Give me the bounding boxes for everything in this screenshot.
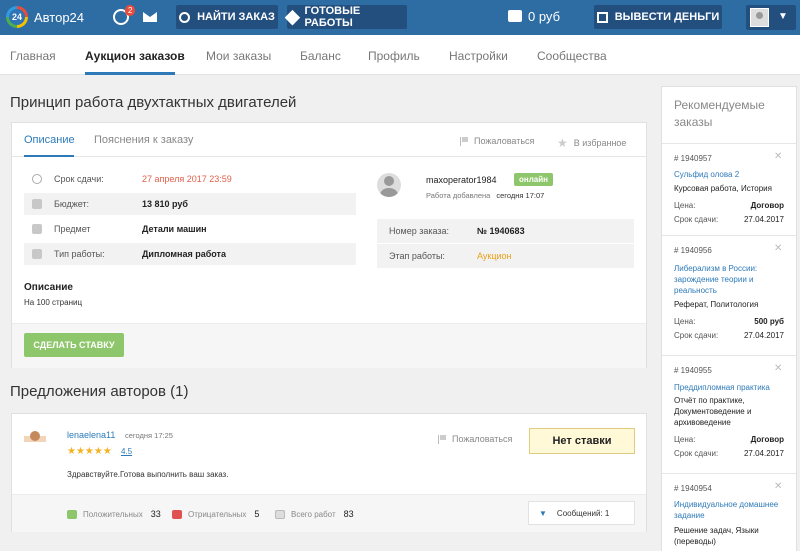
bid-status: Нет ставки [529,428,635,454]
sidebar-title: Рекомендуемые заказы [674,98,765,129]
positive-reviews[interactable]: Положительных 33 [67,509,161,519]
user-menu[interactable]: ▼ [746,5,796,30]
tab-clarifications[interactable]: Пояснения к заказу [94,134,193,146]
work-stage-row: Этап работы: Аукцион [377,244,634,268]
nav-settings[interactable]: Настройки [449,49,508,63]
recommended-order[interactable]: # 1940957 ✕ Сульфид олова 2 Курсовая раб… [662,143,796,233]
chevron-down-icon: ▼ [778,11,788,22]
main-nav: Главная Аукцион заказов Мои заказы Балан… [0,35,800,75]
logo-text: Автор24 [34,9,85,25]
messages-toggle[interactable]: ▼ Сообщений: 1 [528,501,635,525]
find-order-button[interactable]: НАЙТИ ЗАКАЗ [176,5,278,29]
order-number-row: Номер заказа: № 1940683 [377,219,634,243]
subject-value: Детали машин [142,224,207,234]
logo[interactable]: 24 Автор24 [6,6,84,28]
deadline-value: 27 апреля 2017 23:59 [142,174,232,184]
mail-icon[interactable] [143,12,157,22]
subject-row: Предмет Детали машин [24,218,356,240]
money-icon [596,11,608,23]
coins-icon [32,199,42,209]
work-type-value: Дипломная работа [142,249,226,259]
nav-my-orders[interactable]: Мои заказы [206,49,271,63]
make-bid-button[interactable]: СДЕЛАТЬ СТАВКУ [24,333,124,357]
budget-row: Бюджет: 13 810 руб [24,193,356,215]
nav-balance[interactable]: Баланс [300,49,341,63]
offers-title: Предложения авторов (1) [10,383,189,400]
logo-icon: 24 [6,6,28,28]
order-card-footer: СДЕЛАТЬ СТАВКУ [12,323,646,368]
author-name[interactable]: lenaelena11 [67,430,115,440]
chevron-down-icon: ▼ [539,508,547,518]
added-info: Работа добавлена сегодня 17:07 [426,191,545,200]
description-text: На 100 страниц [24,298,83,307]
order-tabs: Описание Пояснения к заказу Пожаловаться… [12,123,646,157]
balance: 0 руб [528,9,561,24]
offer-footer: Положительных 33 Отрицательных 5 Всего р… [12,494,646,532]
document-icon [32,249,42,259]
total-works: Всего работ 83 [275,509,354,519]
favorite-link[interactable]: ★ В избранное [557,136,626,150]
top-bar: 24 Автор24 2 НАЙТИ ЗАКАЗ ГОТОВЫЕ РАБОТЫ … [0,0,800,35]
active-tab-indicator [24,155,74,157]
recommended-order[interactable]: # 1940955 ✕ Преддипломная практика Отчёт… [662,355,796,469]
search-icon [179,11,191,23]
close-icon[interactable]: ✕ [774,151,782,162]
thumbs-down-icon [172,509,182,519]
offer-time: сегодня 17:25 [125,431,173,440]
author-avatar[interactable] [24,429,46,453]
rating-stars-icon: ★★★★★ [67,446,112,457]
books-icon [32,224,42,234]
close-icon[interactable]: ✕ [774,481,782,492]
tab-description[interactable]: Описание [24,134,75,146]
customer-name[interactable]: maxoperator1984 [426,175,497,185]
nav-profile[interactable]: Профиль [368,49,420,63]
active-tab-indicator [85,72,175,75]
offer-report-link[interactable]: Пожаловаться [438,434,512,444]
online-badge: онлайн [514,173,553,186]
order-card: Описание Пояснения к заказу Пожаловаться… [11,122,647,368]
work-type-row: Тип работы: Дипломная работа [24,243,356,265]
flag-icon [460,136,468,146]
customer-avatar[interactable] [377,173,401,197]
close-icon[interactable]: ✕ [774,363,782,374]
thumbs-up-icon [67,509,77,519]
order-number: № 1940683 [477,226,525,236]
report-link[interactable]: Пожаловаться [460,136,534,146]
page-title: Принцип работа двухтактных двигателей [10,94,297,111]
wallet-icon [508,10,522,22]
offer-card: lenaelena11 сегодня 17:25 ★★★★★ 4.5 Здра… [11,413,647,532]
close-icon[interactable]: ✕ [774,243,782,254]
ready-works-button[interactable]: ГОТОВЫЕ РАБОТЫ [284,5,407,29]
work-stage: Аукцион [477,251,512,261]
notification-badge: 2 [125,5,136,16]
withdraw-money-button[interactable]: ВЫВЕСТИ ДЕНЬГИ [594,5,722,29]
star-icon: ★ [557,136,568,150]
negative-reviews[interactable]: Отрицательных 5 [172,509,259,519]
flag-icon [438,434,446,444]
recommended-order[interactable]: # 1940954 ✕ Индивидуальное домашнее зада… [662,473,796,551]
tag-icon [284,9,300,25]
deadline-row: Срок сдачи: 27 апреля 2017 23:59 [24,168,356,190]
rating-value[interactable]: 4.5 [121,447,132,456]
nav-communities[interactable]: Сообщества [537,49,607,63]
nav-home[interactable]: Главная [10,49,56,63]
budget-value: 13 810 руб [142,199,188,209]
nav-order-auction[interactable]: Аукцион заказов [85,49,185,63]
offer-message: Здравствуйте.Готова выполнить ваш заказ. [67,470,229,479]
clock-icon [32,174,42,184]
recommended-orders-sidebar: Рекомендуемые заказы # 1940957 ✕ Сульфид… [661,86,797,551]
recommended-order[interactable]: # 1940956 ✕ Либерализм в России: зарожде… [662,235,796,349]
description-heading: Описание [24,282,73,293]
document-icon [275,509,285,519]
avatar [750,8,769,27]
